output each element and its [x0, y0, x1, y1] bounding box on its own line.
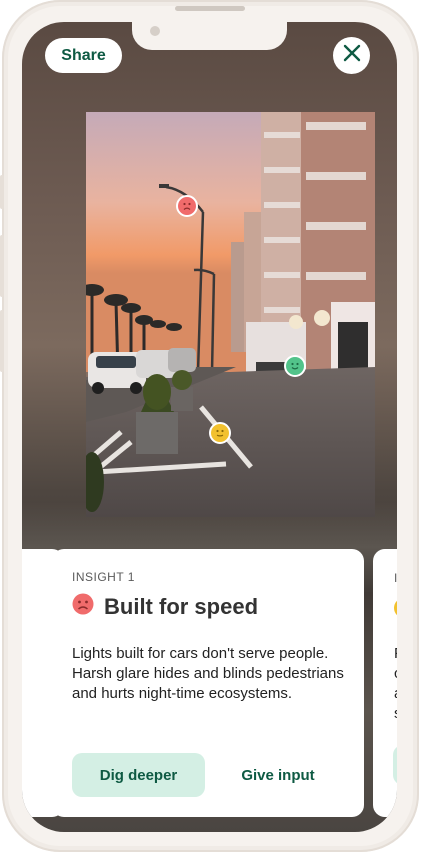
next-card-text-line: c: [394, 665, 397, 682]
dig-deeper-button[interactable]: Dig deeper: [72, 753, 205, 797]
close-icon: [343, 44, 361, 67]
sad-face-icon: [72, 593, 94, 620]
side-button: [0, 175, 4, 209]
marker-happy-icon[interactable]: [284, 355, 306, 377]
front-camera: [150, 26, 160, 36]
marker-neutral-icon[interactable]: [209, 422, 231, 444]
neutral-face-icon: [394, 598, 397, 618]
street-photo: [86, 112, 375, 517]
insight-title-row: Built for speed: [72, 593, 258, 620]
share-button[interactable]: Share: [45, 38, 122, 73]
give-input-button[interactable]: Give input: [222, 753, 334, 797]
marker-sad-icon[interactable]: [176, 195, 198, 217]
close-button[interactable]: [333, 37, 370, 74]
insight-title: Built for speed: [104, 593, 259, 619]
next-card-text-line: F: [394, 645, 397, 662]
insight-card[interactable]: INSIGHT 1 Built for speed Lights built f…: [52, 549, 364, 817]
speaker-grille: [175, 6, 245, 11]
volume-up-button: [0, 235, 4, 297]
insight-label: INSIGHT 1: [72, 570, 135, 584]
insight-description: Lights built for cars don't serve people…: [72, 645, 344, 702]
next-insight-label: I: [394, 571, 397, 585]
next-card-text-line: s: [394, 705, 397, 722]
volume-down-button: [0, 310, 4, 372]
next-card-button[interactable]: [393, 745, 397, 785]
street-scene-illustration: [86, 112, 375, 517]
next-card-text-line: a: [394, 685, 397, 702]
app-screen: INSIGHT 1 Built for speed Lights built f…: [22, 22, 397, 832]
next-insight-card[interactable]: I F c a s: [373, 549, 397, 817]
